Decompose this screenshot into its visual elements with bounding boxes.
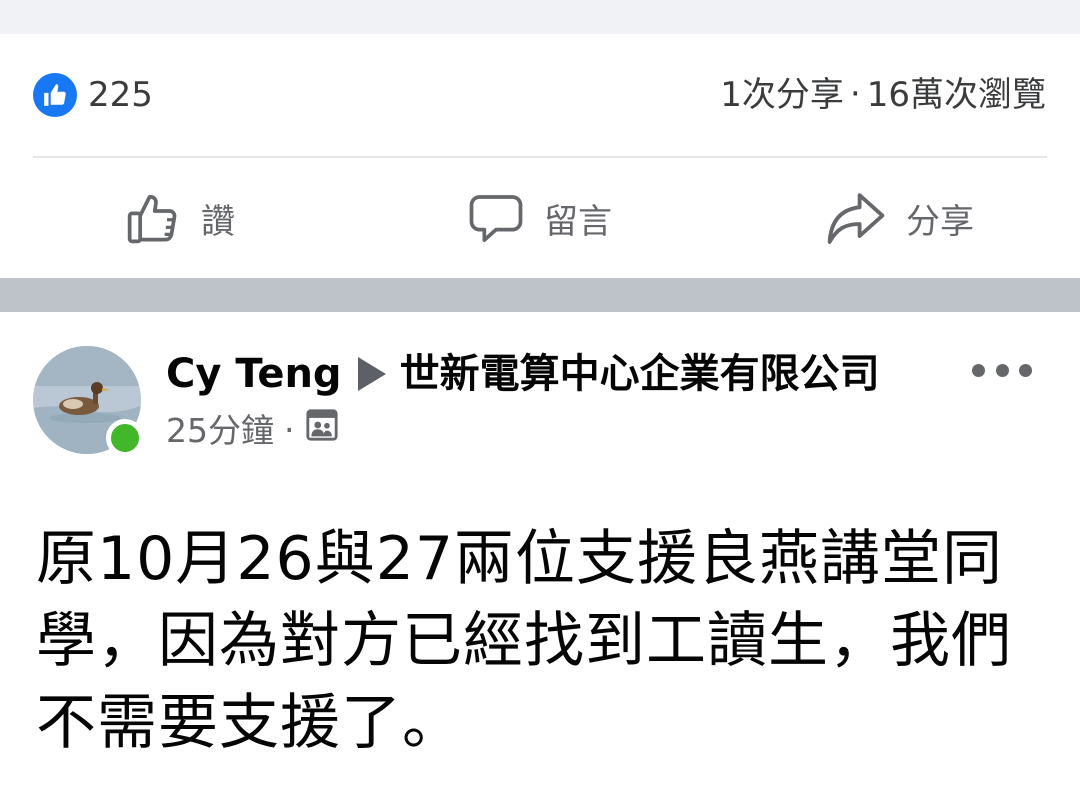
post-meta: 25分鐘 ‧ [166, 408, 339, 453]
group-audience-icon [305, 408, 339, 453]
like-count[interactable]: 225 [88, 73, 153, 117]
post-timestamp[interactable]: 25分鐘 [166, 409, 274, 453]
share-button[interactable]: 分享 [720, 158, 1080, 278]
post-header: Cy Teng 世新電算中心企業有限公司 25分鐘 ‧ [0, 312, 1080, 482]
triangle-right-icon [357, 357, 386, 391]
share-arrow-icon [826, 190, 886, 246]
group-name[interactable]: 世新電算中心企業有限公司 [400, 348, 880, 400]
share-count[interactable]: 1次分享 [720, 73, 844, 117]
comment-button[interactable]: 留言 [360, 158, 720, 278]
like-reaction-badge[interactable] [33, 73, 77, 117]
feed-separator [0, 278, 1080, 312]
separator-dot: ‧ [284, 410, 295, 450]
previous-post-bottom [0, 0, 1080, 34]
like-button-label: 讚 [201, 201, 235, 242]
thumbs-up-outline-icon [125, 190, 181, 246]
post-options-button[interactable] [972, 352, 1032, 388]
comment-bubble-icon [468, 190, 524, 246]
share-button-label: 分享 [906, 201, 974, 242]
share-and-view-count[interactable]: 1次分享 ‧ 16萬次瀏覽 [720, 73, 1046, 117]
post-body-text: 原10月26與27兩位支援良燕講堂同學，因為對方已經找到工讀生，我們不需要支援了… [36, 524, 1012, 758]
thumbs-up-icon [44, 84, 66, 106]
post-author-line: Cy Teng 世新電算中心企業有限公司 [166, 348, 880, 400]
comment-button-label: 留言 [544, 201, 612, 242]
author-name[interactable]: Cy Teng [166, 348, 342, 400]
online-status-dot [106, 419, 144, 457]
separator-dot: ‧ [849, 75, 861, 115]
more-dots-icon [972, 363, 985, 377]
like-button[interactable]: 讚 [0, 158, 360, 278]
view-count: 16萬次瀏覽 [866, 75, 1046, 115]
post-action-bar: 讚 留言 分享 [0, 158, 1080, 278]
